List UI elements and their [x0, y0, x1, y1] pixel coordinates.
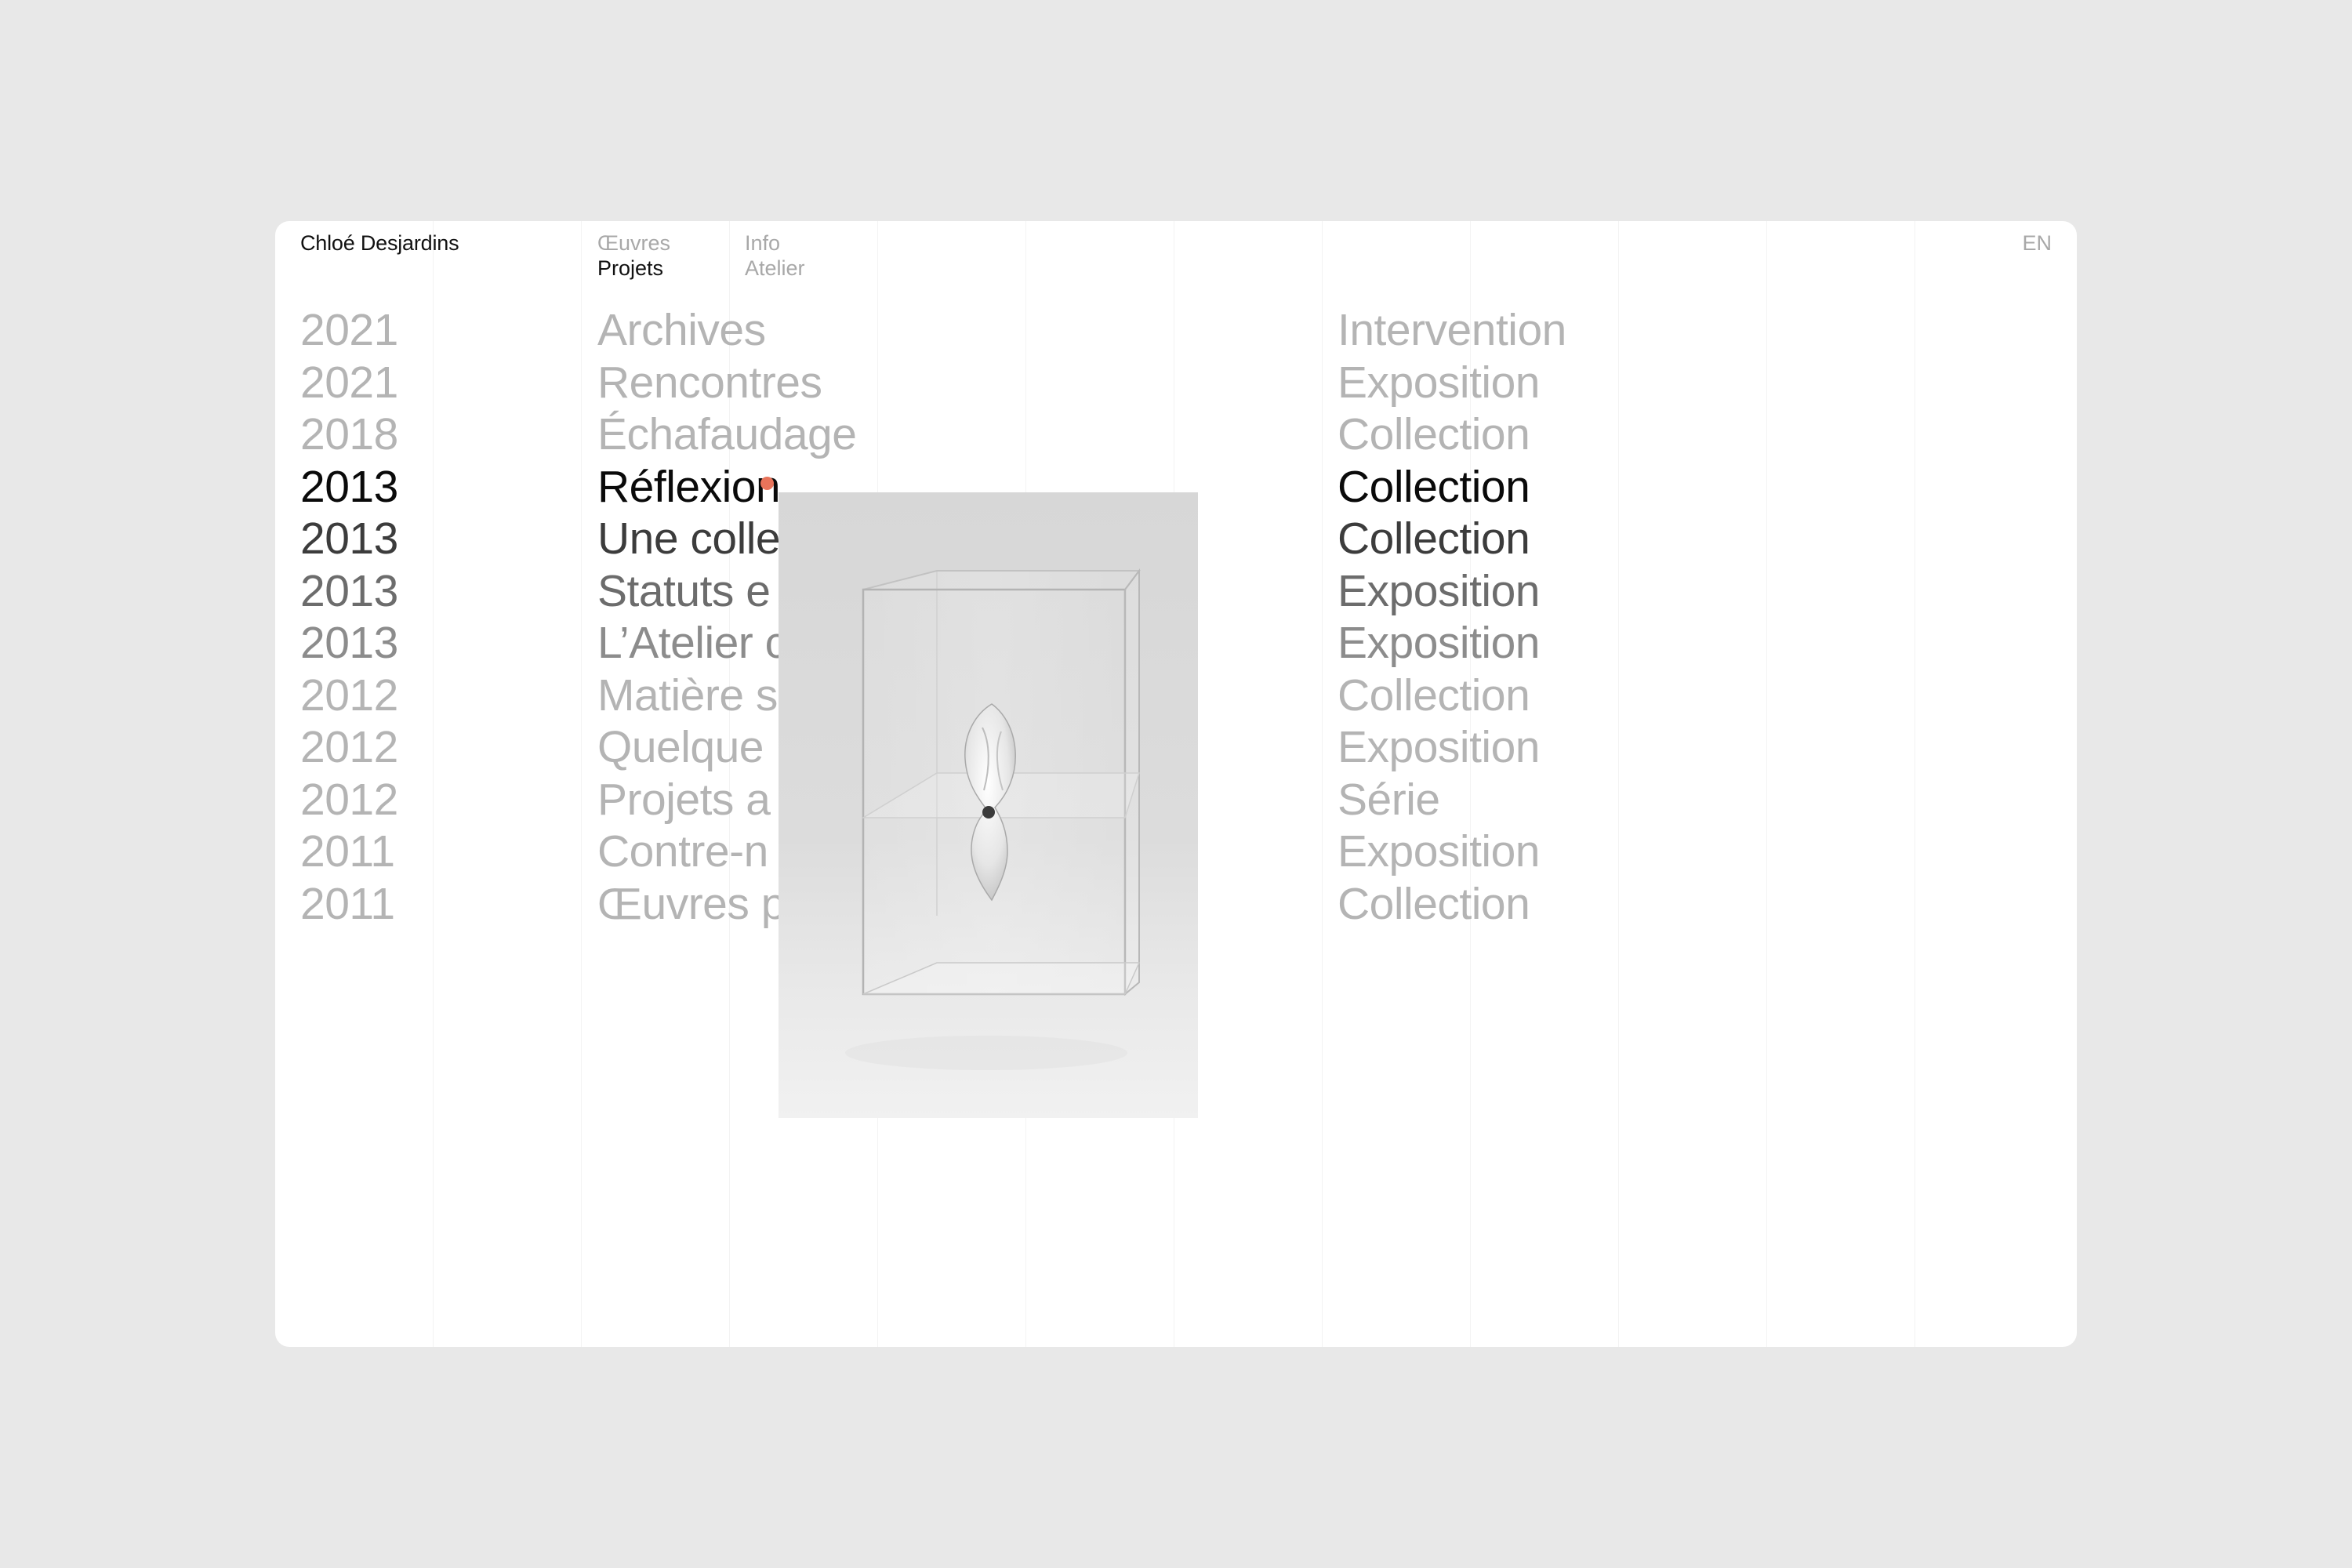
project-row[interactable]: 2021 Archives Intervention: [275, 304, 2077, 357]
project-type: Collection: [1338, 461, 1530, 512]
project-type: Exposition: [1338, 618, 1541, 668]
project-title: Réflexion: [597, 461, 781, 512]
project-preview-image: [779, 492, 1198, 1118]
project-title: Contre-n: [597, 826, 768, 877]
project-row[interactable]: 2018 Échafaudage Collection: [275, 408, 2077, 461]
project-title: L’Atelier c: [597, 618, 787, 668]
project-type: Collection: [1338, 409, 1530, 459]
project-type: Exposition: [1338, 565, 1541, 616]
project-year: 2013: [300, 565, 398, 616]
project-year: 2012: [300, 774, 398, 825]
project-title: Une colle: [597, 514, 781, 564]
site-name[interactable]: Chloé Desjardins: [300, 231, 459, 256]
project-year: 2013: [300, 618, 398, 668]
project-title: Matière s: [597, 670, 778, 720]
project-year: 2021: [300, 305, 398, 355]
page-window: Chloé Desjardins Œuvres Projets Info Ate…: [275, 221, 2077, 1347]
project-title: Projets a: [597, 774, 771, 825]
project-year: 2011: [300, 826, 395, 877]
sculpture-vitrine-illustration: [845, 568, 1141, 1070]
project-year: 2012: [300, 670, 398, 720]
project-type: Exposition: [1338, 357, 1541, 408]
project-year: 2018: [300, 409, 398, 459]
project-row[interactable]: 2021 Rencontres Exposition: [275, 357, 2077, 409]
cursor-dot: [760, 477, 774, 490]
project-type: Série: [1338, 774, 1440, 825]
project-type: Exposition: [1338, 826, 1541, 877]
project-type: Collection: [1338, 878, 1530, 929]
project-title: Archives: [597, 305, 766, 355]
project-type: Collection: [1338, 514, 1530, 564]
nav-info[interactable]: Info: [745, 231, 780, 256]
project-title: Échafaudage: [597, 409, 857, 459]
project-year: 2011: [300, 878, 395, 929]
nav-atelier[interactable]: Atelier: [745, 256, 805, 281]
project-year: 2013: [300, 514, 398, 564]
project-title: Statuts e: [597, 565, 771, 616]
project-title: Rencontres: [597, 357, 822, 408]
project-title: Œuvres p: [597, 878, 786, 929]
project-year: 2013: [300, 461, 398, 512]
nav-projets[interactable]: Projets: [597, 256, 663, 281]
project-type: Collection: [1338, 670, 1530, 720]
project-year: 2021: [300, 357, 398, 408]
language-switch[interactable]: EN: [2022, 231, 2052, 256]
project-type: Intervention: [1338, 305, 1566, 355]
project-title: Quelque: [597, 722, 764, 772]
project-year: 2012: [300, 722, 398, 772]
nav-oeuvres[interactable]: Œuvres: [597, 231, 670, 256]
project-type: Exposition: [1338, 722, 1541, 772]
